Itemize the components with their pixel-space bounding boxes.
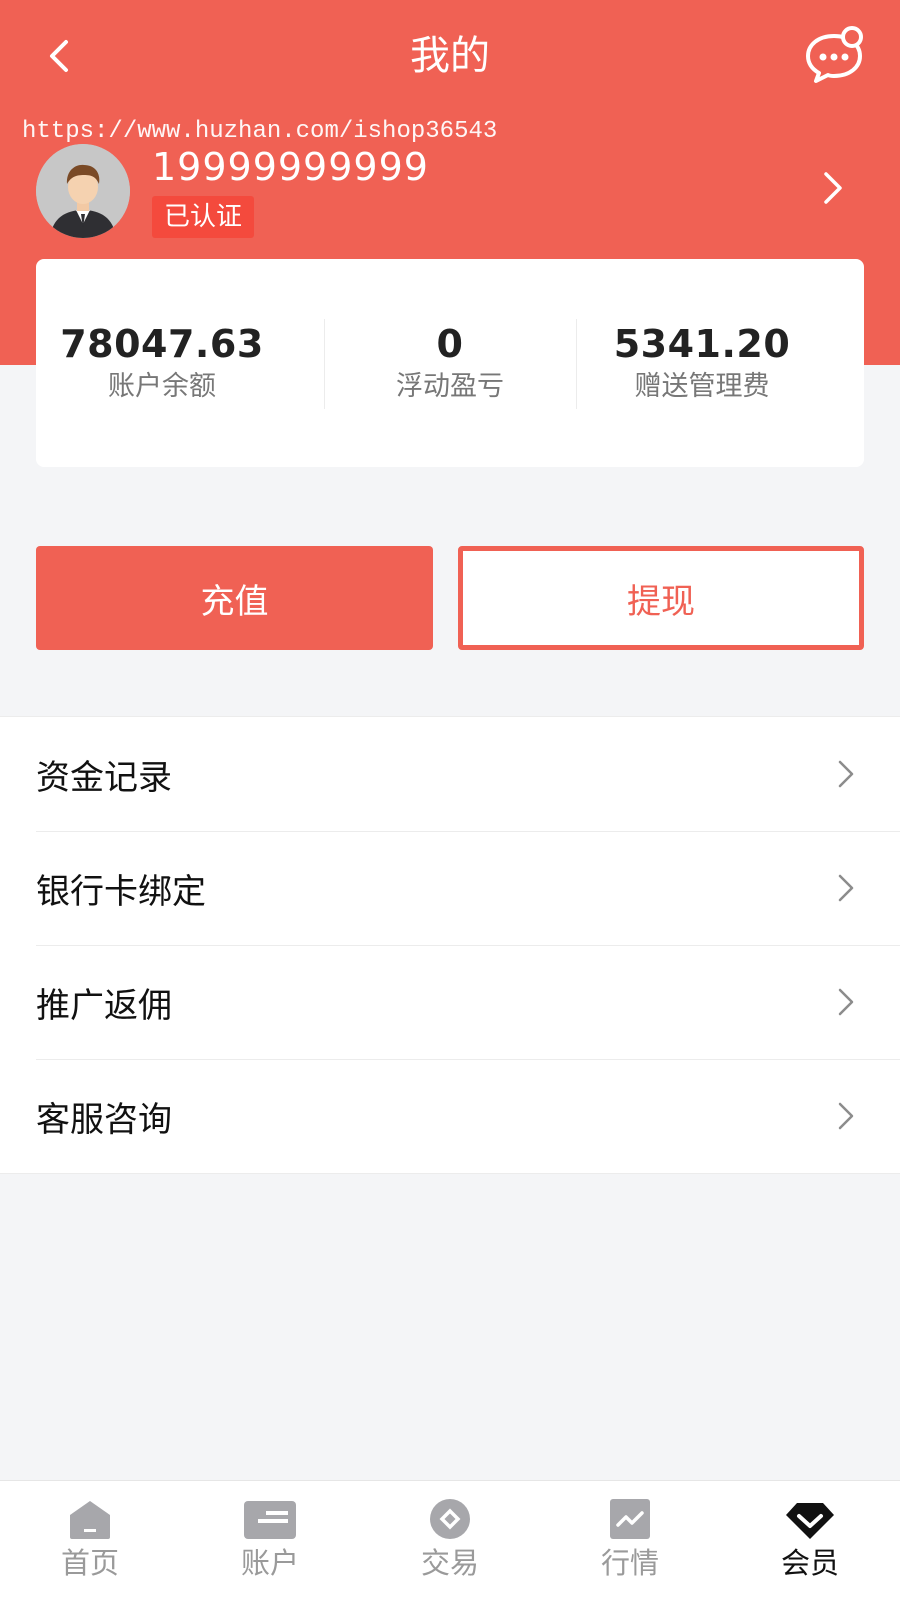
chat-bubble-icon <box>806 26 863 83</box>
tab-account[interactable]: 账户 <box>180 1481 360 1601</box>
card-icon <box>244 1501 296 1539</box>
stat-value: 0 <box>436 322 464 366</box>
stat-management-fee: 5341.20 赠送管理费 <box>576 321 828 405</box>
tab-label: 会员 <box>780 1546 839 1580</box>
tab-label: 账户 <box>240 1546 299 1580</box>
menu-item-fund-records[interactable]: 资金记录 <box>0 717 900 831</box>
recharge-button[interactable]: 充值 <box>36 546 433 650</box>
stat-balance: 78047.63 账户余额 <box>36 321 288 405</box>
bottom-tab-bar: 首页 账户 交易 行情 会员 <box>0 1480 900 1601</box>
menu-item-referral[interactable]: 推广返佣 <box>0 945 900 1059</box>
tab-label: 首页 <box>60 1546 119 1580</box>
avatar[interactable] <box>36 144 130 238</box>
tab-member[interactable]: 会员 <box>720 1481 900 1601</box>
stat-label: 账户余额 <box>108 371 216 402</box>
chevron-right-icon <box>838 760 854 788</box>
stat-floating-pnl: 0 浮动盈亏 <box>324 321 576 405</box>
menu-item-label: 推广返佣 <box>36 985 172 1026</box>
menu-item-customer-service[interactable]: 客服咨询 <box>0 1059 900 1173</box>
menu-list: 资金记录 银行卡绑定 推广返佣 客服咨询 <box>0 716 900 1174</box>
watermark-url: https://www.huzhan.com/ishop36543 <box>22 118 498 145</box>
verified-badge: 已认证 <box>152 196 255 238</box>
profile-detail-button[interactable] <box>816 166 852 210</box>
chevron-right-icon <box>838 874 854 902</box>
tab-label: 交易 <box>420 1546 479 1580</box>
stat-value: 78047.63 <box>60 322 264 366</box>
home-icon <box>70 1501 110 1539</box>
trade-icon <box>430 1499 470 1539</box>
tab-label: 行情 <box>600 1546 659 1580</box>
withdraw-button[interactable]: 提现 <box>458 546 864 650</box>
account-stats-card: 78047.63 账户余额 0 浮动盈亏 5341.20 赠送管理费 <box>36 259 864 467</box>
message-button[interactable] <box>804 24 868 84</box>
chevron-right-icon <box>824 172 842 204</box>
stat-value: 5341.20 <box>613 322 791 366</box>
user-avatar-icon <box>36 144 130 238</box>
tab-home[interactable]: 首页 <box>0 1481 180 1601</box>
menu-item-label: 资金记录 <box>36 757 172 798</box>
tab-market[interactable]: 行情 <box>540 1481 720 1601</box>
menu-item-bank-card[interactable]: 银行卡绑定 <box>0 831 900 945</box>
chart-icon <box>610 1499 650 1539</box>
stat-label: 浮动盈亏 <box>396 371 504 402</box>
member-icon <box>786 1503 834 1539</box>
menu-item-label: 银行卡绑定 <box>36 871 206 912</box>
stat-label: 赠送管理费 <box>634 371 770 402</box>
tab-trade[interactable]: 交易 <box>360 1481 540 1601</box>
chevron-right-icon <box>838 988 854 1016</box>
user-phone: 19999999999 <box>152 145 429 189</box>
chevron-right-icon <box>838 1102 854 1130</box>
page-title: 我的 <box>410 33 490 79</box>
menu-item-label: 客服咨询 <box>36 1099 172 1140</box>
